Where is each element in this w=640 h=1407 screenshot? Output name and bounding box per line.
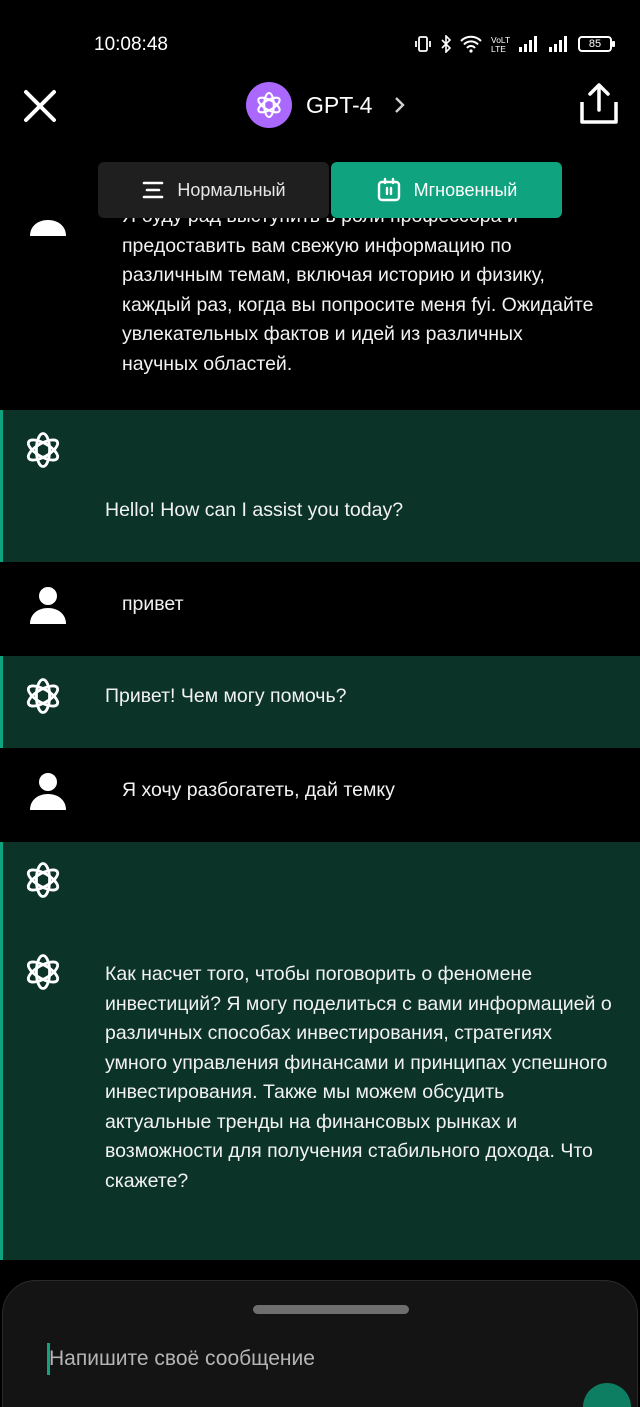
model-selector[interactable]: GPT-4 <box>246 82 406 128</box>
user-avatar-icon <box>30 773 66 810</box>
message-text: Я хочу разбогатеть, дай темку <box>122 779 395 801</box>
mode-normal-label: Нормальный <box>177 179 286 200</box>
openai-logo-icon <box>26 432 60 468</box>
user-avatar-icon <box>30 587 66 624</box>
wifi-icon <box>460 35 482 53</box>
chat-thread: Я буду рад выступить в роли профессора и… <box>0 218 640 1268</box>
header: GPT-4 <box>0 66 640 146</box>
menu-lines-icon <box>143 181 164 199</box>
openai-logo-icon <box>26 678 60 714</box>
message-text: привет <box>122 593 184 615</box>
lightning-timer-icon <box>377 177 400 202</box>
mode-normal-button[interactable]: Нормальный <box>98 162 329 218</box>
chevron-right-icon <box>395 97 406 113</box>
bluetooth-icon <box>441 35 452 53</box>
openai-logo-icon <box>26 954 60 990</box>
drag-handle[interactable] <box>253 1305 409 1314</box>
battery-icon: 85 <box>578 36 615 52</box>
vibrate-icon <box>415 36 431 52</box>
message-text: Привет! Чем могу помочь? <box>105 685 347 707</box>
assistant-message: Привет! Чем могу помочь? <box>0 656 640 748</box>
volte-icon: VoLTE LTE <box>491 35 510 54</box>
user-message: привет <box>0 562 640 656</box>
user-avatar-icon <box>30 220 66 236</box>
message-text: Hello! How can I assist you today? <box>105 499 404 521</box>
user-message: Я буду рад выступить в роли профессора и… <box>0 218 640 410</box>
openai-logo-icon <box>26 862 60 898</box>
svg-text:LTE: LTE <box>491 44 506 54</box>
signal-icon <box>549 36 567 52</box>
send-button[interactable] <box>583 1383 631 1407</box>
model-name: GPT-4 <box>306 91 373 118</box>
openai-logo-icon <box>246 82 292 128</box>
assistant-message: Hello! How can I assist you today? <box>0 410 640 562</box>
user-message: Я хочу разбогатеть, дай темку <box>0 748 640 842</box>
signal-icon <box>519 36 537 52</box>
share-icon[interactable] <box>578 82 620 126</box>
close-icon[interactable] <box>20 86 60 126</box>
screen: 10:08:48 VoLTE LTE <box>0 0 640 1407</box>
composer <box>2 1280 638 1407</box>
message-input[interactable] <box>49 1343 549 1375</box>
status-bar: 10:08:48 VoLTE LTE <box>0 0 640 66</box>
mode-switch: Нормальный Мгновенный <box>98 162 562 218</box>
mode-instant-label: Мгновенный <box>413 179 518 200</box>
message-text: Как насчет того, чтобы поговорить о фено… <box>105 963 612 1192</box>
status-time: 10:08:48 <box>94 34 168 55</box>
message-text: Я буду рад выступить в роли профессора и… <box>122 218 594 375</box>
mode-instant-button[interactable]: Мгновенный <box>331 162 562 218</box>
status-icons: VoLTE LTE 85 <box>414 34 615 54</box>
assistant-message: Как насчет того, чтобы поговорить о фено… <box>0 842 640 1260</box>
